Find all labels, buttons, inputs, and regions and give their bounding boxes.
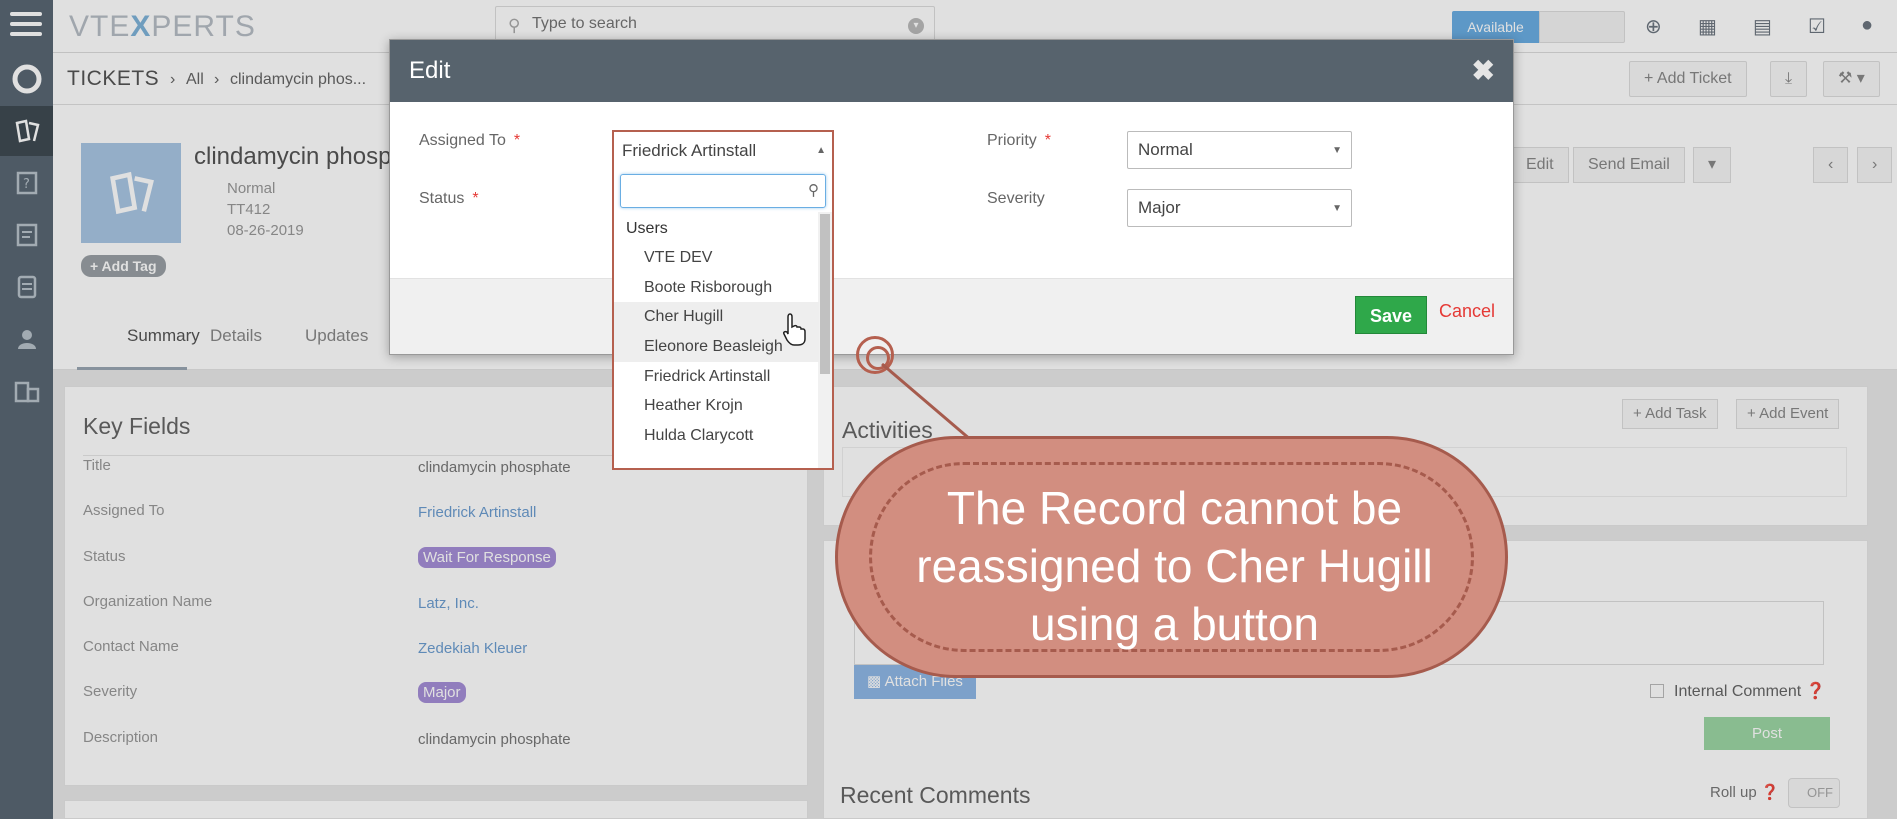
caret-up-icon: ▲ <box>816 145 826 156</box>
option-friedrick-artinstall[interactable]: Friedrick Artinstall <box>614 362 819 392</box>
priority-label: Priority * <box>987 132 1052 149</box>
hand-cursor-icon <box>783 313 806 346</box>
severity-label: Severity <box>987 190 1045 207</box>
cancel-button[interactable]: Cancel <box>1439 301 1495 322</box>
severity-select[interactable]: Major ▼ <box>1127 189 1352 227</box>
edit-modal: Edit ✖ Assigned To * Status * Priority * Se… <box>389 39 1514 355</box>
annotation-text: The Record cannot be reassigned to Cher … <box>916 482 1433 650</box>
option-vte-dev[interactable]: VTE DEV <box>614 243 819 273</box>
dropdown-search-input[interactable]: ⚲ <box>620 174 826 208</box>
priority-select[interactable]: Normal ▼ <box>1127 131 1352 169</box>
assigned-to-select[interactable]: Friedrick Artinstall ▲ <box>614 132 832 170</box>
option-group-users: Users <box>626 220 668 237</box>
save-button[interactable]: Save <box>1355 296 1427 334</box>
assigned-to-label: Assigned To * <box>419 132 521 149</box>
annotation-callout: The Record cannot be reassigned to Cher … <box>835 436 1508 678</box>
caret-down-icon: ▼ <box>1332 203 1342 214</box>
status-label: Status * <box>419 190 479 207</box>
close-icon[interactable]: ✖ <box>1472 54 1495 87</box>
search-icon: ⚲ <box>808 182 819 199</box>
modal-title: Edit <box>390 40 1513 102</box>
option-heather-krojn[interactable]: Heather Krojn <box>614 391 819 421</box>
option-boote-risborough[interactable]: Boote Risborough <box>614 273 819 303</box>
caret-down-icon: ▼ <box>1332 145 1342 156</box>
modal-footer: Save Cancel <box>390 278 1513 354</box>
option-hulda-clarycott[interactable]: Hulda Clarycott <box>614 421 819 451</box>
assigned-to-dropdown[interactable]: Friedrick Artinstall ▲ ⚲ Users VTE DEV Bo… <box>612 130 834 470</box>
